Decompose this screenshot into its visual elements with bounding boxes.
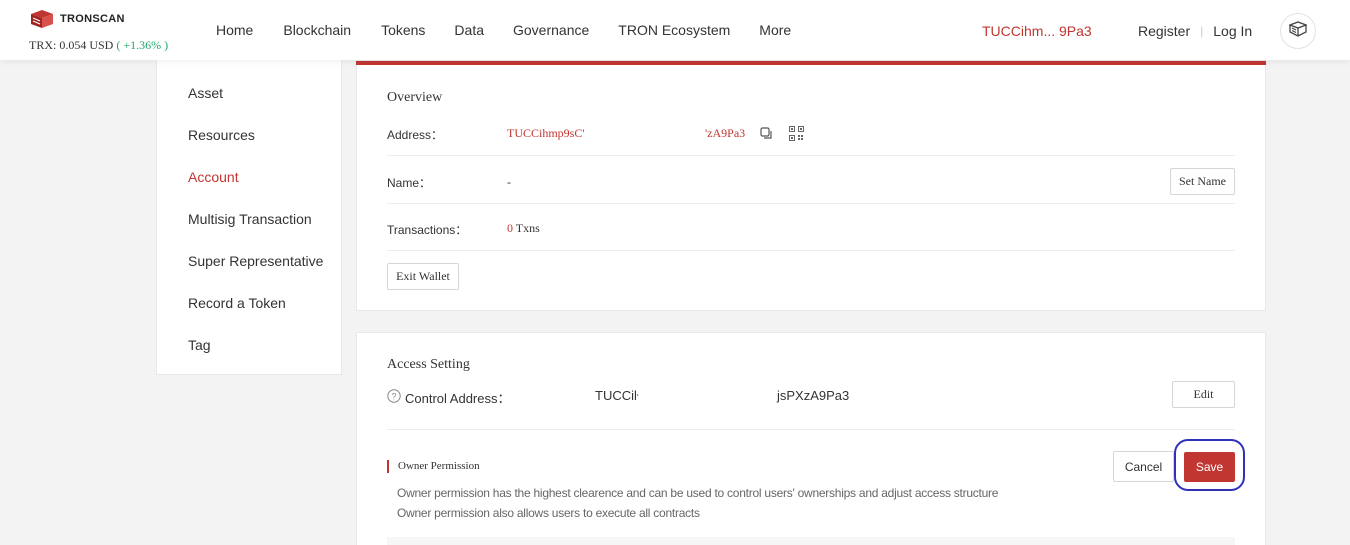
price-label: TRX: 0.054 USD	[29, 38, 114, 52]
svg-text:?: ?	[391, 392, 396, 402]
address-value-end: 'zA9Pa3	[705, 126, 746, 140]
cancel-button[interactable]: Cancel	[1113, 451, 1174, 482]
transactions-label: Transactions：	[387, 223, 468, 237]
owner-permission-title: Owner Permission	[398, 460, 480, 472]
sidebar-item-super-representative[interactable]: Super Representative	[188, 253, 323, 269]
help-icon[interactable]: ?	[387, 389, 401, 408]
header-account-address[interactable]: TUCCihm... 9Pa3	[982, 23, 1092, 39]
nav-tron-ecosystem[interactable]: TRON Ecosystem	[618, 22, 730, 38]
sidebar-item-resources[interactable]: Resources	[188, 127, 255, 143]
register-link[interactable]: Register	[1138, 23, 1190, 39]
tronscan-logo-icon	[29, 9, 55, 29]
divider	[387, 203, 1235, 204]
permission-table-header	[387, 537, 1235, 545]
qr-code-icon[interactable]	[789, 126, 804, 146]
save-button-highlight-annotation	[1174, 439, 1245, 491]
control-address-start: TUCCiŀ	[595, 388, 639, 403]
logo-text: TRONSCAN	[60, 13, 125, 25]
overview-title: Overview	[387, 90, 443, 105]
nav-more[interactable]: More	[759, 22, 791, 38]
divider	[387, 250, 1235, 251]
sidebar-item-asset[interactable]: Asset	[188, 85, 223, 101]
transactions-unit: Txns	[515, 221, 540, 235]
nav-tokens[interactable]: Tokens	[381, 22, 425, 38]
edit-button[interactable]: Edit	[1172, 381, 1235, 408]
control-address-label: Control Address：	[405, 391, 511, 406]
nav-blockchain[interactable]: Blockchain	[283, 22, 351, 38]
owner-permission-description-1: Owner permission has the highest clearen…	[397, 486, 999, 500]
top-header: TRONSCAN TRX: 0.054 USD ( +1.36% ) Home …	[0, 0, 1350, 60]
owner-permission-description-2: Owner permission also allows users to ex…	[397, 506, 700, 520]
price-change: ( +1.36% )	[116, 38, 169, 52]
main-nav: Home Blockchain Tokens Data Governance T…	[216, 22, 820, 38]
overview-card: Overview Address： TUCCihmp9sC' 'zA9Pa3 N…	[356, 60, 1266, 311]
address-label: Address：	[387, 128, 444, 142]
owner-permission-marker	[387, 460, 389, 473]
transactions-count[interactable]: 0	[507, 221, 513, 235]
name-label: Name：	[387, 176, 432, 190]
wallet-button[interactable]	[1280, 13, 1316, 49]
trx-price: TRX: 0.054 USD ( +1.36% )	[29, 38, 168, 53]
auth-links: Register | Log In	[1138, 23, 1252, 39]
sidebar-item-account[interactable]: Account	[188, 169, 239, 185]
control-address-end: jsPXzA9Pa3	[777, 388, 850, 403]
transactions-value: 0 Txns	[507, 221, 540, 236]
sidebar-item-tag[interactable]: Tag	[188, 337, 211, 353]
login-link[interactable]: Log In	[1213, 23, 1252, 39]
sidebar-item-record-a-token[interactable]: Record a Token	[188, 295, 286, 311]
exit-wallet-button[interactable]: Exit Wallet	[387, 263, 459, 290]
nav-data[interactable]: Data	[454, 22, 484, 38]
access-setting-card: Access Setting ? Control Address： TUCCiŀ…	[356, 332, 1266, 545]
nav-home[interactable]: Home	[216, 22, 253, 38]
auth-divider: |	[1200, 24, 1204, 38]
set-name-button[interactable]: Set Name	[1170, 168, 1235, 195]
accent-bar	[356, 61, 1266, 65]
tronscan-logo[interactable]: TRONSCAN	[29, 9, 125, 29]
access-setting-title: Access Setting	[387, 357, 470, 372]
name-value: -	[507, 175, 511, 189]
sidebar-item-multisig-transaction[interactable]: Multisig Transaction	[188, 211, 312, 227]
divider	[387, 429, 1235, 430]
nav-governance[interactable]: Governance	[513, 22, 589, 38]
copy-icon[interactable]	[760, 127, 773, 145]
address-value-start: TUCCihmp9sC'	[507, 126, 585, 140]
divider	[387, 155, 1235, 156]
account-sidebar: Asset Resources Account Multisig Transac…	[156, 60, 342, 375]
wallet-icon	[1288, 20, 1308, 42]
